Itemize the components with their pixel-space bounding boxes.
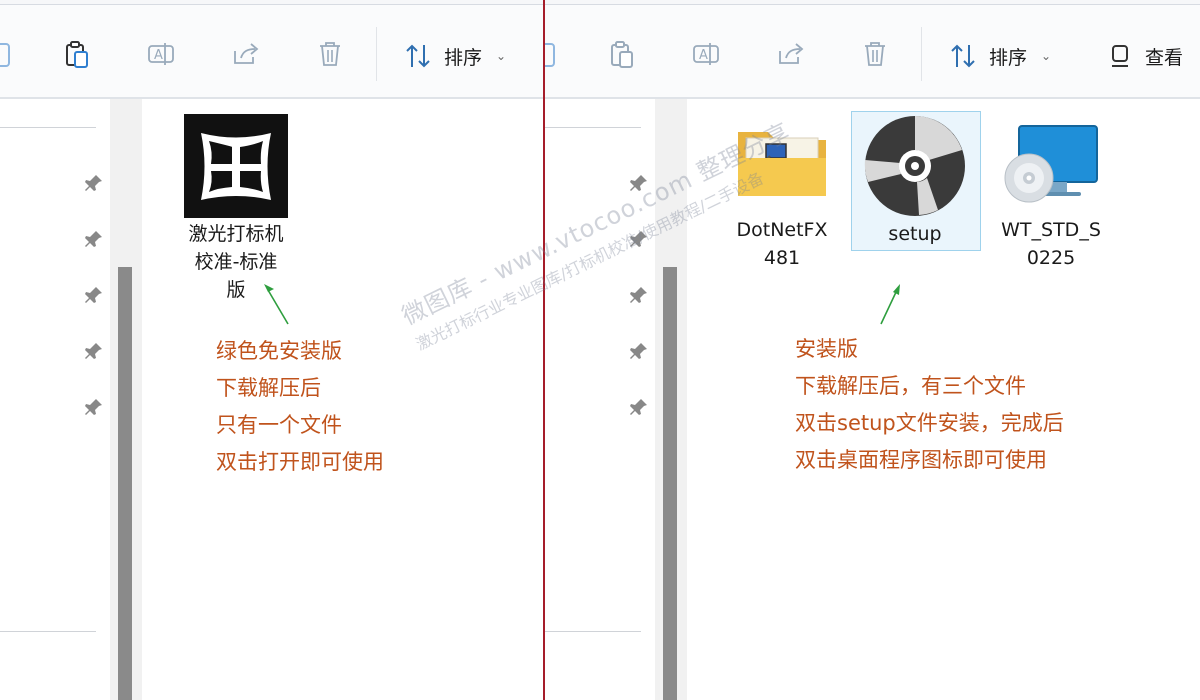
- annotation-line: 双击setup文件安装，完成后: [795, 411, 1064, 435]
- pin-icon[interactable]: [84, 341, 104, 361]
- sort-button[interactable]: 排序 ⌄: [949, 39, 1051, 73]
- annotation-line: 安装版: [795, 337, 858, 361]
- view-label: 查看: [1145, 46, 1184, 69]
- pointer-arrow: [880, 284, 900, 325]
- rename-icon[interactable]: A: [691, 39, 721, 69]
- file-name-line: setup: [888, 223, 942, 245]
- annotation-text-right: 安装版 下载解压后，有三个文件 双击setup文件安装，完成后 双击桌面程序图标…: [795, 331, 1064, 479]
- app-grid-icon: [184, 114, 288, 218]
- svg-text:A: A: [154, 48, 163, 63]
- paste-icon[interactable]: [62, 39, 92, 69]
- pin-icon[interactable]: [629, 341, 649, 361]
- pin-icon[interactable]: [84, 397, 104, 417]
- pin-icon[interactable]: [629, 285, 649, 305]
- annotation-line: 双击桌面程序图标即可使用: [795, 448, 1047, 472]
- left-explorer-window: A 排序 ⌄ 激光打标机 校准-标准 版 绿色免安装版 下载解压后 只有一个文件…: [0, 0, 543, 700]
- folder-icon: [738, 132, 826, 196]
- scrollbar-thumb[interactable]: [663, 267, 677, 700]
- file-name-line: 校准-标准: [194, 251, 278, 273]
- cut-icon[interactable]: [0, 39, 16, 69]
- sort-icon: [951, 44, 975, 68]
- annotation-line: 只有一个文件: [216, 413, 342, 437]
- nav-scrollbar-track[interactable]: [110, 99, 142, 700]
- toolbar-separator: [921, 27, 922, 81]
- sort-label: 排序: [989, 46, 1028, 69]
- annotation-line: 下载解压后，有三个文件: [795, 374, 1026, 398]
- rename-icon[interactable]: A: [146, 39, 176, 69]
- view-button[interactable]: 查看: [1109, 39, 1183, 73]
- toolbar-separator: [376, 27, 377, 81]
- scrollbar-thumb[interactable]: [118, 267, 132, 700]
- command-bar: A 排序 ⌄ 查看: [545, 5, 1200, 99]
- view-icon: [1112, 45, 1128, 67]
- pin-icon[interactable]: [84, 173, 104, 193]
- sort-icon: [406, 44, 430, 68]
- nav-scrollbar-track[interactable]: [655, 99, 687, 700]
- navigation-pane: [545, 99, 655, 700]
- delete-icon[interactable]: [860, 39, 890, 69]
- annotation-line: 下载解压后: [216, 376, 321, 400]
- chevron-down-icon: ⌄: [496, 49, 507, 63]
- pin-icon[interactable]: [84, 285, 104, 305]
- delete-icon[interactable]: [315, 39, 345, 69]
- sort-label: 排序: [444, 46, 483, 69]
- nav-divider: [0, 127, 96, 128]
- file-name-line: 激光打标机: [188, 223, 284, 245]
- annotation-line: 绿色免安装版: [216, 339, 342, 363]
- nav-divider: [545, 127, 641, 128]
- command-bar: A 排序 ⌄: [0, 5, 543, 99]
- share-icon[interactable]: [231, 39, 261, 69]
- monitor-disc-icon: [1004, 125, 1098, 203]
- file-name-line: WT_STD_S: [1001, 219, 1101, 241]
- file-name-line: 0225: [1026, 247, 1076, 269]
- sort-button[interactable]: 排序 ⌄: [404, 39, 506, 73]
- disc-icon: [864, 116, 965, 216]
- file-name-line: 481: [763, 247, 801, 269]
- navigation-pane: [0, 99, 110, 700]
- file-item-calibration-exe[interactable]: 激光打标机 校准-标准 版: [171, 114, 301, 304]
- file-item-dotnetfx-folder[interactable]: DotNetFX 481: [717, 122, 847, 272]
- pin-icon[interactable]: [629, 229, 649, 249]
- annotation-text-left: 绿色免安装版 下载解压后 只有一个文件 双击打开即可使用: [216, 333, 384, 481]
- right-explorer-window: A 排序 ⌄ 查看 DotNetFX 481 setup WT_STD_S 02…: [545, 0, 1200, 700]
- chevron-down-icon: ⌄: [1041, 49, 1052, 63]
- cut-icon[interactable]: [545, 39, 561, 69]
- file-item-wt-std[interactable]: WT_STD_S 0225: [986, 122, 1116, 272]
- pin-icon[interactable]: [629, 173, 649, 193]
- share-icon[interactable]: [776, 39, 806, 69]
- paste-icon[interactable]: [607, 39, 637, 69]
- annotation-line: 双击打开即可使用: [216, 450, 384, 474]
- file-name-line: DotNetFX: [736, 219, 828, 241]
- nav-divider: [0, 631, 96, 632]
- pin-icon[interactable]: [84, 229, 104, 249]
- file-item-setup[interactable]: setup: [850, 114, 980, 248]
- svg-text:A: A: [699, 48, 708, 63]
- pin-icon[interactable]: [629, 397, 649, 417]
- pointer-arrow: [264, 284, 289, 325]
- nav-divider: [545, 631, 641, 632]
